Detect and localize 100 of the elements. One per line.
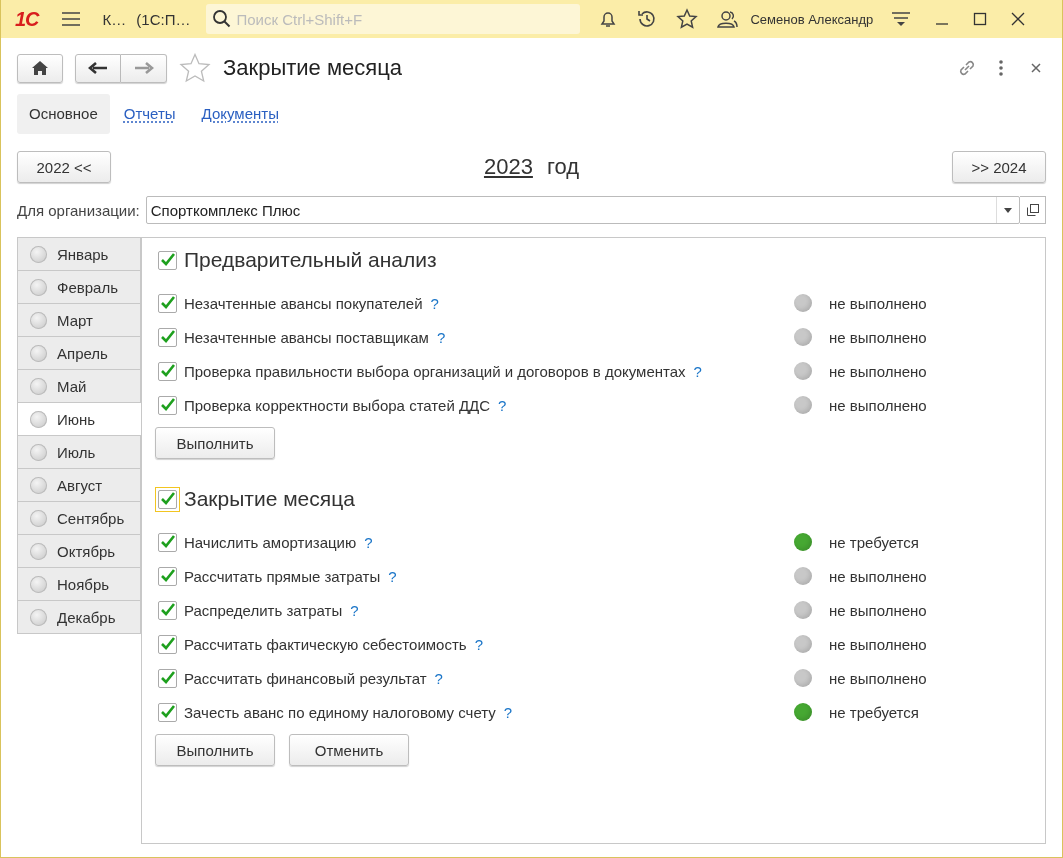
open-button[interactable] — [1020, 196, 1046, 224]
more-icon[interactable] — [998, 60, 1004, 76]
status-dot-icon — [30, 311, 47, 329]
cancel-button[interactable]: Отменить — [289, 734, 409, 766]
task-label: Распределить затраты — [184, 601, 343, 619]
search-field[interactable]: Поиск Ctrl+Shift+F — [206, 4, 581, 34]
search-icon — [212, 9, 233, 29]
tab[interactable]: Документы — [189, 94, 291, 134]
help-link[interactable]: ? — [503, 703, 513, 721]
task-label: Рассчитать фактическую себестоимость — [184, 635, 467, 653]
task-label: Проверка корректности выбора статей ДДС — [184, 396, 491, 414]
previous-year-button[interactable]: 2022 << — [17, 151, 111, 183]
tab[interactable]: Отчеты — [111, 94, 188, 134]
month-tab[interactable]: Февраль — [17, 270, 141, 303]
app-title: К… — [102, 10, 127, 28]
user-name[interactable]: Семенов Александр — [750, 11, 874, 27]
help-link[interactable]: ? — [436, 328, 446, 346]
month-tab[interactable]: Январь — [17, 237, 141, 270]
status-text: не выполнено — [829, 601, 927, 619]
help-link[interactable]: ? — [434, 669, 443, 687]
help-link[interactable]: ? — [364, 533, 373, 551]
help-link[interactable]: ? — [693, 362, 702, 380]
status-dot-icon — [30, 509, 47, 527]
month-tab[interactable]: Август — [17, 468, 141, 501]
task-checkbox[interactable] — [158, 668, 177, 688]
status-text: не выполнено — [829, 567, 927, 585]
status-text: не выполнено — [829, 396, 927, 414]
back-button[interactable] — [75, 53, 121, 83]
menu-icon[interactable] — [60, 11, 81, 27]
maximize-icon[interactable] — [973, 12, 988, 26]
task-label: Незачтенные авансы покупателей — [184, 294, 423, 312]
status-dot-icon — [30, 377, 47, 395]
help-link[interactable]: ? — [430, 294, 439, 312]
status-dot-icon — [30, 443, 47, 461]
section-title: Закрытие месяца — [184, 487, 355, 511]
task-checkbox[interactable] — [158, 566, 177, 586]
task-checkbox[interactable] — [158, 702, 177, 722]
status-text: не требуется — [829, 533, 919, 551]
task-checkbox[interactable] — [158, 600, 177, 620]
favorite-star-icon[interactable] — [179, 53, 211, 83]
status-text: не выполнено — [829, 669, 927, 687]
status-dot-icon — [30, 476, 47, 494]
users-icon[interactable] — [716, 9, 741, 29]
status-dot-icon — [30, 575, 47, 593]
task-checkbox[interactable] — [158, 395, 177, 415]
task-checkbox[interactable] — [158, 361, 177, 381]
left-arrow-icon — [88, 61, 108, 75]
close-icon[interactable] — [1030, 62, 1042, 74]
section-checkbox[interactable] — [158, 250, 177, 270]
month-tab[interactable]: Май — [17, 369, 141, 402]
status-text: не выполнено — [829, 328, 927, 346]
run-button[interactable]: Выполнить — [155, 427, 275, 459]
right-arrow-icon — [133, 61, 154, 75]
status-dot-icon — [30, 245, 47, 263]
task-checkbox[interactable] — [158, 327, 177, 347]
month-tab[interactable]: Июнь — [17, 402, 142, 435]
month-tab[interactable]: Ноябрь — [17, 567, 141, 600]
task-checkbox[interactable] — [158, 634, 177, 654]
status-dot-icon — [30, 278, 47, 296]
tab[interactable]: Основное — [17, 94, 110, 134]
status-text: не выполнено — [829, 635, 927, 653]
open-window-icon — [1026, 204, 1039, 216]
help-link[interactable]: ? — [474, 635, 483, 653]
year-link[interactable]: 2023 — [483, 154, 533, 180]
star-icon[interactable] — [676, 8, 699, 30]
caret-icon — [1004, 207, 1012, 213]
month-tab[interactable]: Октябрь — [17, 534, 141, 567]
organization-label: Для организации: — [17, 201, 140, 219]
section-title: Предварительный анализ — [184, 248, 437, 272]
help-link[interactable]: ? — [498, 396, 507, 414]
help-link[interactable]: ? — [388, 567, 397, 585]
task-label: Зачесть аванс по единому налоговому счету — [184, 703, 496, 721]
year-label: год — [546, 154, 580, 180]
next-year-button[interactable]: >> 2024 — [952, 151, 1046, 183]
task-label: Начислить амортизацию — [184, 533, 357, 551]
organization-field[interactable]: Спорткомплекс Плюс — [145, 196, 1020, 224]
close-icon[interactable] — [1011, 12, 1026, 26]
run-button[interactable]: Выполнить — [155, 734, 275, 766]
home-icon — [31, 60, 49, 76]
task-label: Рассчитать финансовый результат — [184, 669, 427, 687]
task-label: Рассчитать прямые затраты — [184, 567, 381, 585]
month-tab[interactable]: Март — [17, 303, 141, 336]
form-title: Закрытие месяца — [223, 55, 403, 81]
month-tab[interactable]: Сентябрь — [17, 501, 141, 534]
status-dot-icon — [30, 344, 47, 362]
month-tab[interactable]: Декабрь — [17, 600, 141, 634]
task-label: Незачтенные авансы поставщикам — [184, 328, 429, 346]
app-logo: 1С — [15, 7, 39, 31]
status-text: не выполнено — [829, 362, 927, 380]
functions-menu-icon[interactable] — [891, 10, 912, 28]
month-tab[interactable]: Апрель — [17, 336, 141, 369]
status-dot-icon — [30, 410, 47, 428]
status-dot-icon — [30, 608, 47, 626]
month-tab[interactable]: Июль — [17, 435, 141, 468]
help-link[interactable]: ? — [350, 601, 359, 619]
task-checkbox[interactable] — [158, 293, 177, 313]
task-checkbox[interactable] — [158, 532, 177, 552]
status-text: не выполнено — [829, 294, 927, 312]
home-button[interactable] — [17, 53, 63, 83]
status-dot-icon — [30, 542, 47, 560]
